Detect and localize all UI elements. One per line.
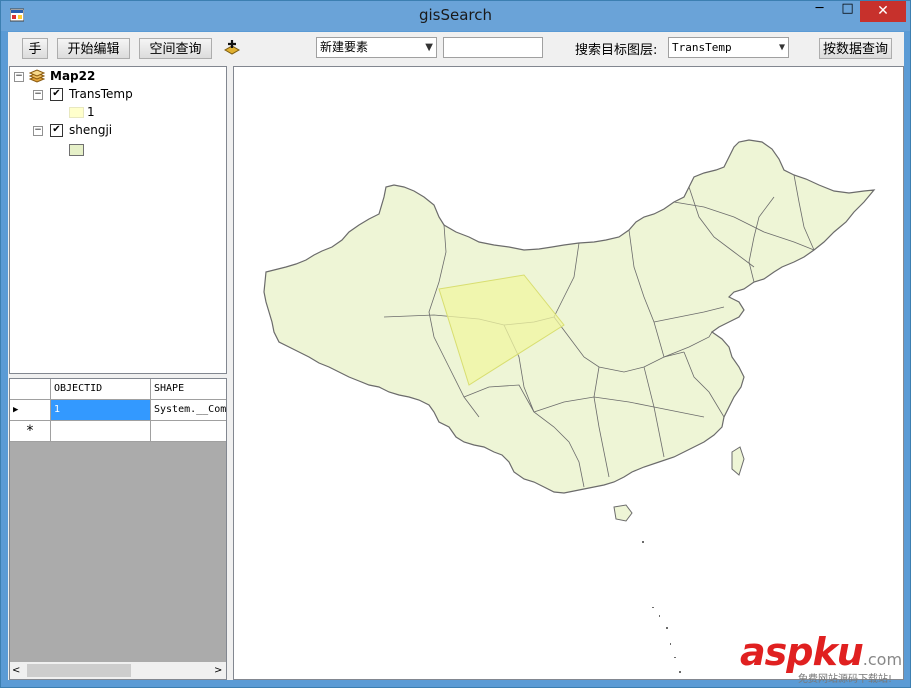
scroll-left-icon[interactable]: < [12,665,20,676]
target-layer-combo[interactable]: TransTemp ▼ [668,37,789,58]
feature-combo-value: 新建要素 [320,40,369,54]
target-layer-value: TransTemp [672,41,732,54]
chevron-down-icon: ▼ [778,42,785,53]
legend-swatch-shengji [69,144,84,156]
watermark-brand: aspku [740,630,864,674]
row-header-corner [10,379,51,400]
watermark-domain: .com [862,650,903,669]
app-window: gisSearch ─ □ ✕ 手 开始编辑 空间查询 新建要素 ▼ 搜索目标图… [0,0,911,688]
table-of-contents[interactable]: − Map22 − ✔ TransTemp 1 − ✔ shengji [9,66,227,374]
china-provinces-map[interactable] [234,67,903,679]
map-view[interactable] [233,66,904,680]
map-name[interactable]: Map22 [50,68,95,84]
map-layers-icon [29,69,45,83]
new-row-indicator[interactable]: * [10,421,51,442]
spatial-query-button[interactable]: 空间查询 [139,38,212,59]
scroll-thumb[interactable] [27,664,131,677]
minimize-button[interactable]: ─ [805,1,834,22]
attribute-grid[interactable]: OBJECTID SHAPE ▶ 1 System.__ComObject * … [9,378,227,680]
column-header[interactable]: OBJECTID [51,379,151,400]
table-cell[interactable] [151,421,226,442]
feature-combo[interactable]: 新建要素 ▼ [316,37,437,58]
window-title: gisSearch [418,6,493,24]
chevron-down-icon: ▼ [425,42,433,53]
client-area: 手 开始编辑 空间查询 新建要素 ▼ 搜索目标图层: TransTemp ▼ 按… [8,32,904,680]
collapse-icon[interactable]: − [33,90,43,100]
south-sea-islands [642,541,681,673]
maximize-button[interactable]: □ [834,1,861,22]
column-header[interactable]: SHAPE [151,379,226,400]
table-cell[interactable]: System.__ComObject [151,400,226,421]
close-button[interactable]: ✕ [860,1,906,22]
hainan-island [613,504,633,522]
watermark-tagline: 免费网站源码下载站! [798,674,893,685]
layer-checkbox-transtemp[interactable]: ✔ [50,88,63,101]
collapse-icon[interactable]: − [14,72,24,82]
search-input[interactable] [443,37,543,58]
current-row-indicator[interactable]: ▶ [10,400,51,421]
watermark-logo: aspku.com 免费网站源码下载站! [740,630,903,685]
country-outline [263,139,876,494]
taiwan-island [731,446,745,476]
target-layer-label: 搜索目标图层: [575,43,658,58]
legend-swatch-transtemp [69,107,84,118]
hand-button[interactable]: 手 [22,38,48,59]
attribute-query-button[interactable]: 按数据查询 [819,38,892,59]
title-bar[interactable]: gisSearch ─ □ ✕ [1,1,910,31]
legend-label-transtemp: 1 [87,105,95,119]
start-edit-button[interactable]: 开始编辑 [57,38,130,59]
layer-name-transtemp[interactable]: TransTemp [69,86,133,102]
scroll-right-icon[interactable]: > [214,665,222,676]
table-cell[interactable] [51,421,151,442]
layer-checkbox-shengji[interactable]: ✔ [50,124,63,137]
add-data-icon[interactable] [223,39,241,57]
layer-name-shengji[interactable]: shengji [69,122,112,138]
collapse-icon[interactable]: − [33,126,43,136]
horizontal-scrollbar[interactable]: < > [10,662,226,679]
table-cell[interactable]: 1 [51,400,151,421]
